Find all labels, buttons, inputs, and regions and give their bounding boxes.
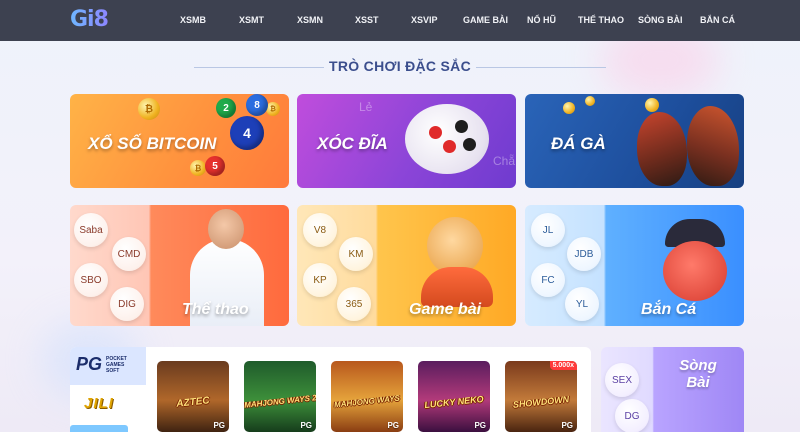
nav-item-xsmt[interactable]: XSMT	[239, 15, 264, 25]
banner-label: XÓC ĐĨA	[317, 134, 388, 153]
octopus-pirate-icon	[663, 241, 727, 301]
provider-card-game-bai[interactable]: V8 KM KP 365 Game bài	[297, 205, 516, 326]
nav-item-xsvip[interactable]: XSVIP	[411, 15, 438, 25]
provider-saba[interactable]: Saba	[74, 213, 108, 247]
provider-jdb[interactable]: JDB	[567, 237, 601, 271]
rooster-right-icon	[687, 106, 739, 186]
slot-game-title: AZTEC	[175, 395, 211, 410]
red-chip-icon	[443, 140, 456, 153]
pg-subtitle: POCKET GAMES SOFT	[106, 356, 127, 374]
title-divider-right	[476, 67, 606, 68]
banner-da-ga[interactable]: ĐÁ GÀ	[525, 94, 744, 188]
jili-logo: JILI	[84, 395, 114, 412]
nav-item-xsmn[interactable]: XSMN	[297, 15, 323, 25]
top-navigation-bar: Gi8 XSMB XSMT XSMN XSST XSVIP GAME BÀI N…	[0, 0, 800, 41]
pg-logo: PG	[76, 354, 103, 374]
slot-game-mahjong-ways-2[interactable]: MAHJONG WAYS 2 PG	[244, 361, 316, 432]
provider-jl[interactable]: JL	[531, 213, 565, 247]
football-player-head	[208, 209, 244, 249]
provider-dg[interactable]: DG	[615, 399, 649, 432]
table-mark: Lẻ	[359, 100, 373, 114]
section-title: TRÒ CHƠI ĐẶC SẮC	[329, 58, 471, 74]
slot-game-lucky-neko[interactable]: LUCKY NEKO PG	[418, 361, 490, 432]
provider-card-the-thao[interactable]: Saba CMD SBO DIG Thể thao	[70, 205, 289, 326]
provider-sbo[interactable]: SBO	[74, 263, 108, 297]
slot-game-title: SHOWDOWN	[512, 394, 570, 410]
nav-item-xsst[interactable]: XSST	[355, 15, 379, 25]
provider-card-ban-ca[interactable]: JL JDB FC YL Bắn Cá	[525, 205, 744, 326]
gold-coin-icon	[585, 96, 595, 106]
provider-yl[interactable]: YL	[565, 287, 599, 321]
pg-mark: PG	[300, 421, 312, 430]
multiplier-badge: 5.000x	[549, 361, 577, 370]
banner-xoc-dia[interactable]: Lẻ Chẵ XÓC ĐĨA	[297, 94, 516, 188]
main-nav: XSMB XSMT XSMN XSST XSVIP GAME BÀI NỔ HŨ…	[0, 0, 800, 41]
provider-dig[interactable]: DIG	[110, 287, 144, 321]
nav-item-xsmb[interactable]: XSMB	[180, 15, 206, 25]
table-mark: Chẵ	[493, 154, 516, 168]
pg-mark: PG	[387, 421, 399, 430]
provider-tab-next[interactable]	[70, 425, 128, 432]
nav-item-song-bai[interactable]: SÒNG BÀI	[638, 15, 683, 25]
provider-fc[interactable]: FC	[531, 263, 565, 297]
pg-subtitle-line: SOFT	[106, 368, 120, 374]
pg-mark: PG	[561, 421, 573, 430]
songbai-label-line: Sòng	[679, 357, 717, 374]
provider-card-label: Thể thao	[182, 301, 249, 318]
bitcoin-coin-icon: ₿	[190, 160, 206, 176]
lottery-ball-icon: 2	[216, 98, 236, 118]
provider-km[interactable]: KM	[339, 237, 373, 271]
songbai-label-line: Bài	[686, 374, 710, 391]
provider-card-label: Game bài	[409, 301, 482, 318]
provider-sex[interactable]: SEX	[605, 363, 639, 397]
provider-card-label: Sòng Bài	[653, 357, 743, 391]
slot-game-showdown[interactable]: 5.000x SHOWDOWN PG	[505, 361, 577, 432]
nav-item-the-thao[interactable]: THỂ THAO	[578, 15, 624, 25]
provider-365[interactable]: 365	[337, 287, 371, 321]
gold-coin-icon	[563, 102, 575, 114]
bitcoin-coin-icon: ₿	[138, 98, 160, 120]
provider-kp[interactable]: KP	[303, 263, 337, 297]
provider-cmd[interactable]: CMD	[112, 237, 146, 271]
red-chip-icon	[463, 138, 476, 151]
lottery-ball-icon: 4	[230, 116, 264, 150]
banner-label: XỔ SỐ BITCOIN	[88, 134, 217, 153]
slot-game-aztec[interactable]: AZTEC PG	[157, 361, 229, 432]
red-chip-icon	[429, 126, 442, 139]
nav-item-game-bai[interactable]: GAME BÀI	[463, 15, 508, 25]
nav-item-no-hu[interactable]: NỔ HŨ	[527, 15, 556, 25]
red-chip-icon	[455, 120, 468, 133]
slot-game-title: MAHJONG WAYS 2	[244, 393, 316, 410]
slot-game-title: MAHJONG WAYS	[333, 393, 401, 410]
bitcoin-coin-icon: ₿	[266, 102, 280, 116]
pg-mark: PG	[213, 421, 225, 430]
banner-xo-so-bitcoin[interactable]: ₿ ₿ ₿ 2 8 4 5 XỔ SỐ BITCOIN	[70, 94, 289, 188]
banner-label: ĐÁ GÀ	[551, 134, 606, 153]
nav-item-ban-ca[interactable]: BẮN CÁ	[700, 15, 735, 25]
lottery-ball-icon: 5	[205, 156, 225, 176]
pg-mark: PG	[474, 421, 486, 430]
xoc-dia-plate-icon	[405, 104, 489, 174]
rooster-left-icon	[637, 112, 687, 186]
slot-game-title: LUCKY NEKO	[423, 393, 485, 411]
lottery-ball-icon: 8	[246, 94, 268, 116]
provider-card-label: Bắn Cá	[641, 301, 697, 318]
provider-v8[interactable]: V8	[303, 213, 337, 247]
slot-game-mahjong-ways[interactable]: MAHJONG WAYS PG	[331, 361, 403, 432]
gold-coin-icon	[645, 98, 659, 112]
